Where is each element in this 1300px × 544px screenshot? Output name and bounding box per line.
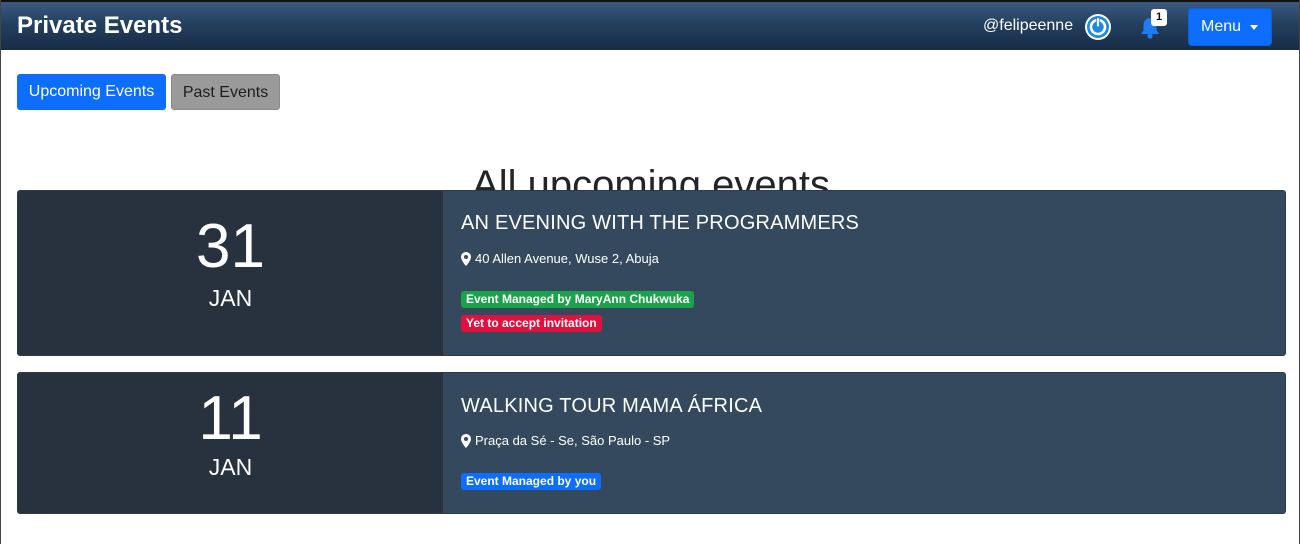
event-card[interactable]: 31 JAN AN EVENING WITH THE PROGRAMMERS 4… bbox=[17, 190, 1286, 356]
event-manager-badge: Event Managed by you bbox=[461, 473, 602, 490]
event-location-text: Praça da Sé - Se, São Paulo - SP bbox=[475, 433, 671, 448]
event-location: Praça da Sé - Se, São Paulo - SP bbox=[461, 433, 670, 449]
event-day: 31 bbox=[196, 212, 265, 281]
event-card[interactable]: 11 JAN WALKING TOUR MAMA ÁFRICA Praça da… bbox=[17, 372, 1286, 514]
event-day: 11 bbox=[198, 384, 263, 453]
event-manager-badge: Event Managed by MaryAnn Chukwuka bbox=[461, 291, 695, 308]
event-date-block: 11 JAN bbox=[18, 373, 443, 513]
event-location-text: 40 Allen Avenue, Wuse 2, Abuja bbox=[475, 251, 659, 266]
event-title[interactable]: AN EVENING WITH THE PROGRAMMERS bbox=[461, 211, 859, 235]
event-date-block: 31 JAN bbox=[18, 191, 443, 355]
brand-title[interactable]: Private Events bbox=[17, 12, 182, 40]
page: Private Events @felipeenne 1 Menu Upcomi… bbox=[0, 0, 1300, 544]
caret-down-icon bbox=[1250, 25, 1258, 30]
menu-dropdown-button[interactable]: Menu bbox=[1188, 8, 1272, 46]
top-navbar: Private Events @felipeenne 1 Menu bbox=[1, 0, 1299, 50]
menu-label: Menu bbox=[1201, 18, 1242, 35]
event-title[interactable]: WALKING TOUR MAMA ÁFRICA bbox=[461, 394, 762, 418]
tab-upcoming-events[interactable]: Upcoming Events bbox=[17, 74, 166, 110]
power-icon[interactable] bbox=[1084, 13, 1112, 41]
username-label[interactable]: @felipeenne bbox=[983, 16, 1073, 36]
event-location: 40 Allen Avenue, Wuse 2, Abuja bbox=[461, 251, 659, 267]
notification-count-badge: 1 bbox=[1151, 9, 1167, 26]
notifications-button[interactable]: 1 bbox=[1137, 9, 1171, 43]
invitation-status-badge: Yet to accept invitation bbox=[461, 315, 602, 332]
map-pin-icon bbox=[461, 434, 471, 448]
event-month: JAN bbox=[208, 285, 253, 311]
tab-past-events[interactable]: Past Events bbox=[171, 74, 280, 110]
map-pin-icon bbox=[461, 252, 471, 266]
event-month: JAN bbox=[208, 454, 253, 480]
